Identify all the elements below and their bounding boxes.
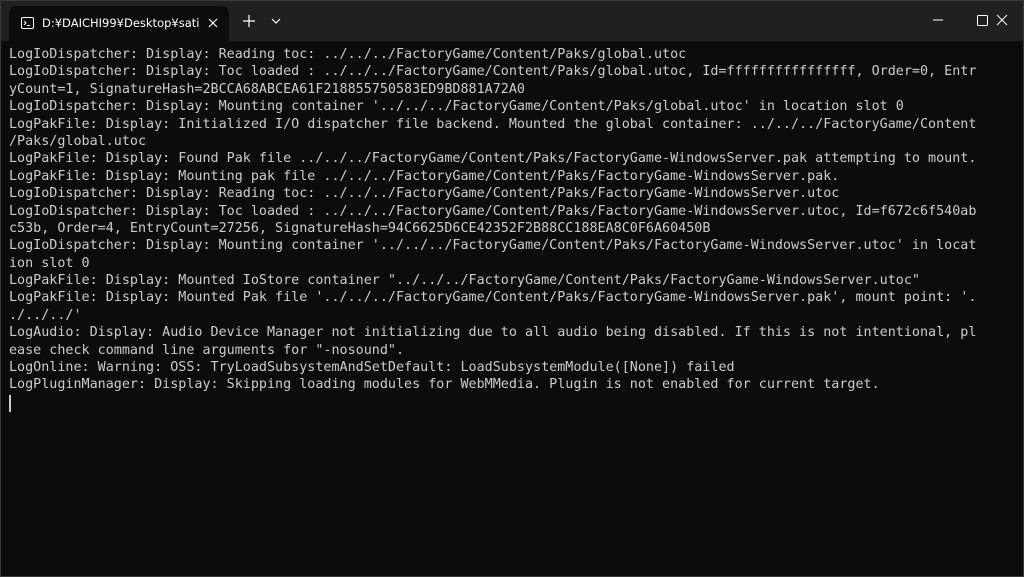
console-line: c53b, Order=4, EntryCount=27256, Signatu… xyxy=(9,220,711,236)
console-line: LogPluginManager: Display: Skipping load… xyxy=(9,377,880,393)
console-lines: LogIoDispatcher: Display: Reading toc: .… xyxy=(9,46,1009,394)
terminal-icon xyxy=(21,17,34,29)
console-line: yCount=1, SignatureHash=2BCCA68ABCEA61F2… xyxy=(9,81,525,97)
tab-title: D:¥DAICHI99¥Desktop¥satisfa xyxy=(42,16,200,30)
console-line: LogOnline: Warning: OSS: TryLoadSubsyste… xyxy=(9,360,735,376)
console-output[interactable]: LogIoDispatcher: Display: Reading toc: .… xyxy=(1,41,1017,576)
chevron-down-icon[interactable] xyxy=(264,9,288,33)
console-line: LogPakFile: Display: Mounted Pak file '.… xyxy=(9,290,977,306)
text-cursor xyxy=(9,395,11,412)
console-line: LogIoDispatcher: Display: Reading toc: .… xyxy=(9,47,687,62)
tab-close-icon[interactable] xyxy=(204,14,222,32)
console-line: ease check command line arguments for "-… xyxy=(9,342,405,358)
console-line: ion slot 0 xyxy=(9,255,90,271)
title-bar[interactable]: D:¥DAICHI99¥Desktop¥satisfa xyxy=(1,1,1023,41)
console-line: LogIoDispatcher: Display: Toc loaded : .… xyxy=(9,203,977,219)
console-line: LogPakFile: Display: Mounting pak file .… xyxy=(9,168,840,184)
console-line: LogIoDispatcher: Display: Toc loaded : .… xyxy=(9,64,977,80)
console-line: LogPakFile: Display: Found Pak file ../.… xyxy=(9,151,977,167)
console-line: LogIoDispatcher: Display: Reading toc: .… xyxy=(9,186,840,202)
console-line: ./../../' xyxy=(9,307,82,323)
console-line: LogAudio: Display: Audio Device Manager … xyxy=(9,325,977,341)
close-icon[interactable] xyxy=(979,1,1023,39)
tab-terminal[interactable]: D:¥DAICHI99¥Desktop¥satisfa xyxy=(9,6,229,41)
console-line: LogPakFile: Display: Mounted IoStore con… xyxy=(9,273,920,289)
console-line: LogIoDispatcher: Display: Mounting conta… xyxy=(9,238,977,254)
console-line: /Paks/global.utoc xyxy=(9,133,147,149)
minimize-icon[interactable] xyxy=(915,1,961,39)
console-line: LogPakFile: Display: Initialized I/O dis… xyxy=(9,116,977,132)
plus-icon[interactable] xyxy=(237,9,261,33)
terminal-window: D:¥DAICHI99¥Desktop¥satisfa LogIoDispatc… xyxy=(0,0,1024,577)
console-line: LogIoDispatcher: Display: Mounting conta… xyxy=(9,99,904,115)
